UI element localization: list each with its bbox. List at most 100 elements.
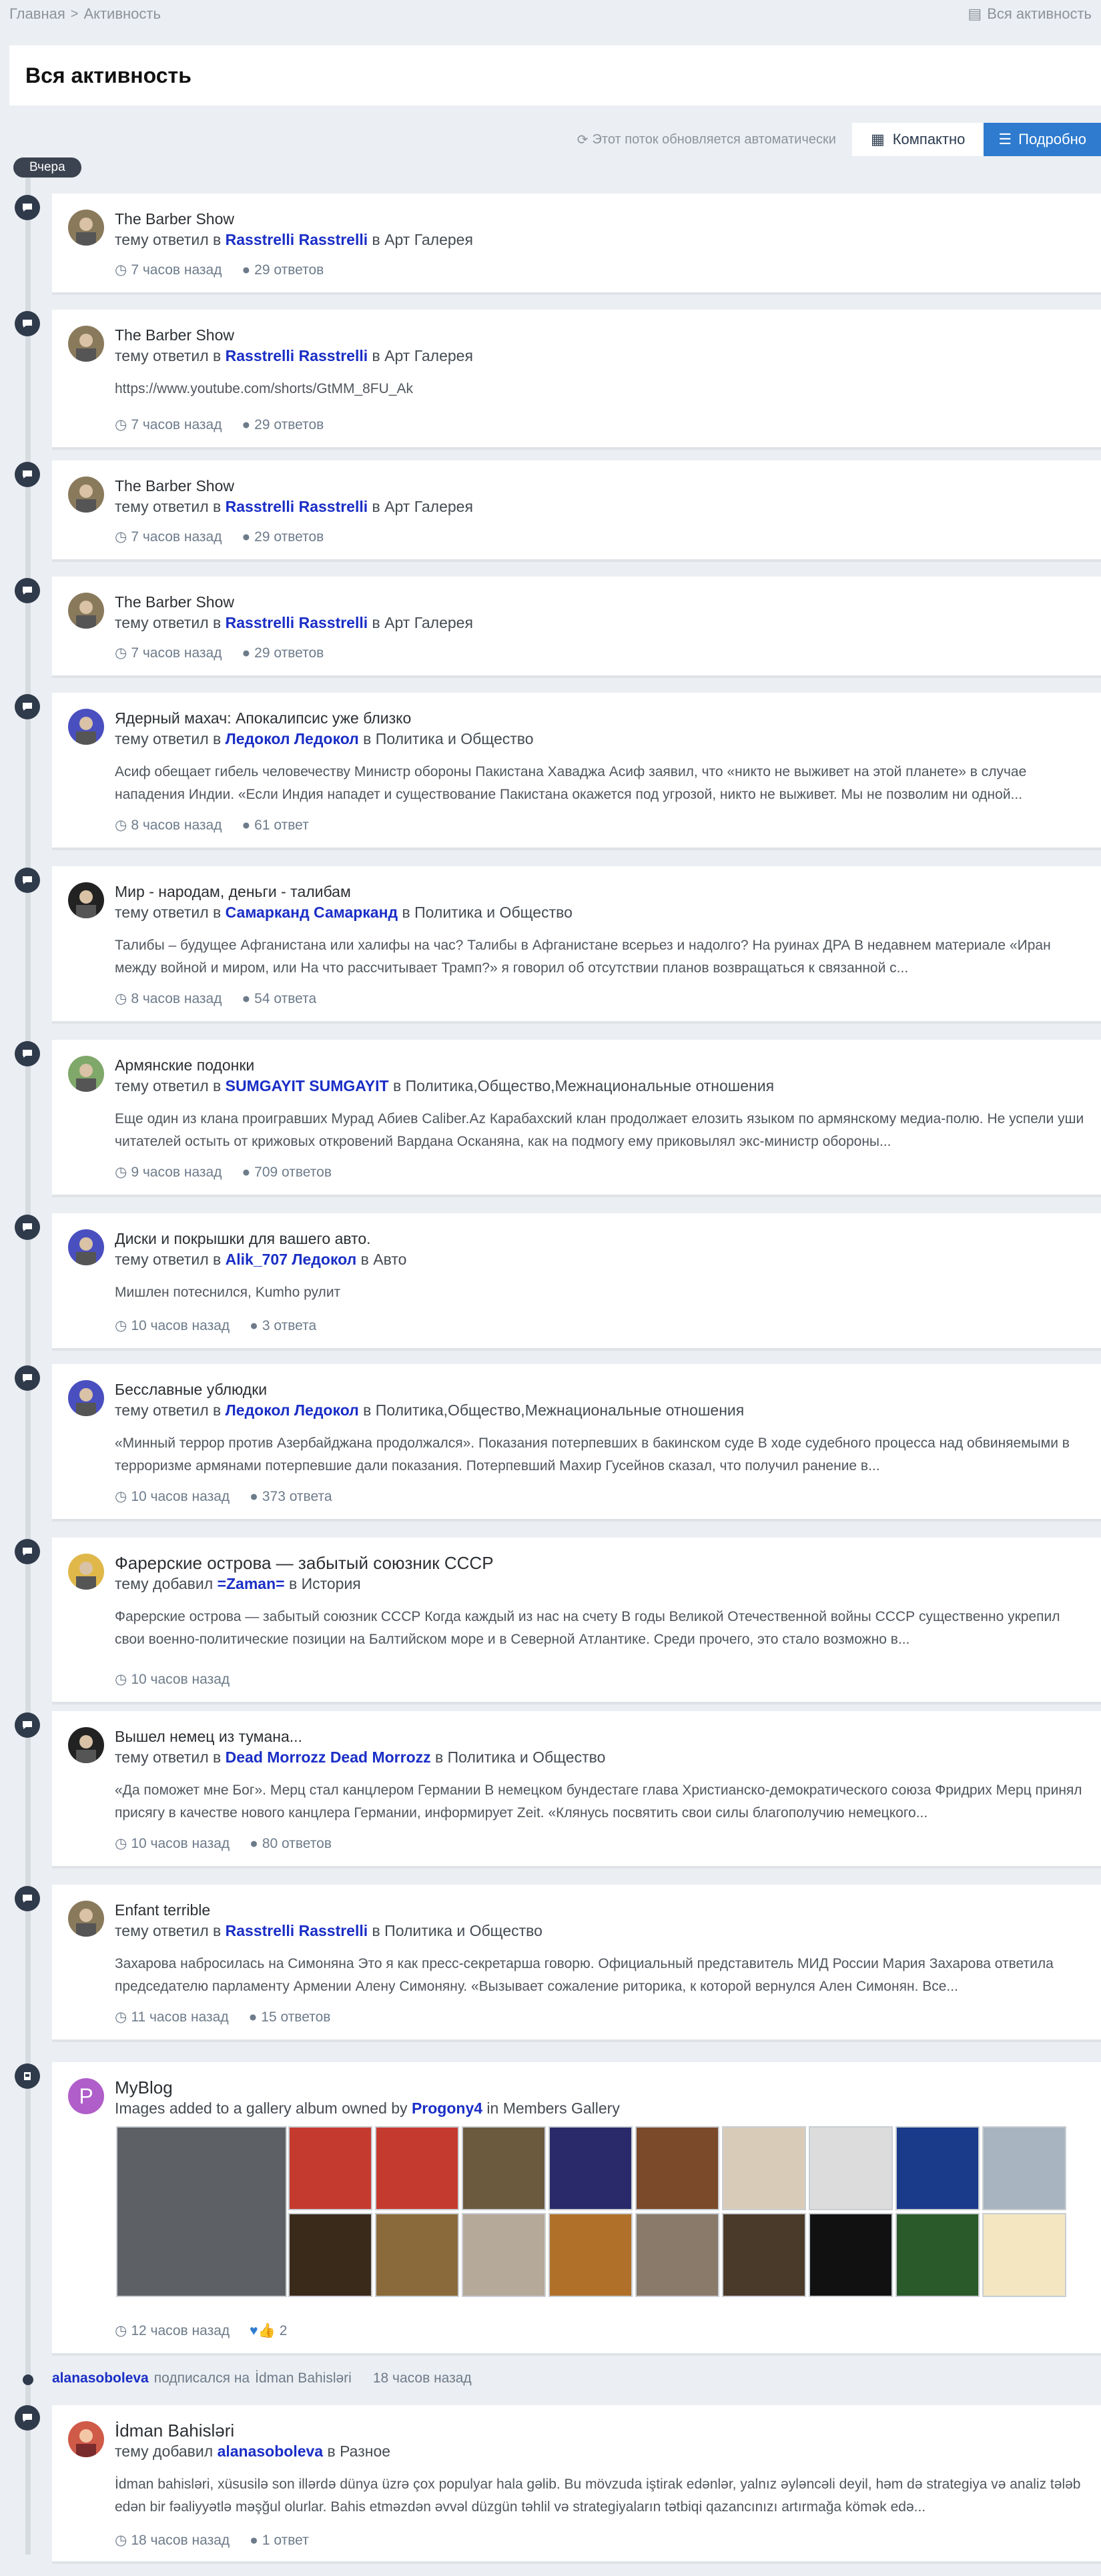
blog-title[interactable]: MyBlog [115,2077,1085,2098]
timestamp[interactable]: 11 часов назад [131,2009,228,2025]
gallery-thumbnail[interactable] [722,2213,806,2297]
timestamp[interactable]: 10 часов назад [131,1489,230,1505]
user-link[interactable]: alanasoboleva [218,2443,324,2460]
gallery-thumbnail[interactable] [809,2126,893,2210]
topic-title[interactable]: Enfant terrible [115,1899,1085,1921]
forum-link[interactable]: Политика,Общество,Межнациональные отноше… [406,1077,774,1094]
topic-title[interactable]: The Barber Show [115,591,1085,613]
user-link[interactable]: SUMGAYIT SUMGAYIT [226,1077,389,1094]
timestamp[interactable]: 10 часов назад [131,1672,230,1688]
topic-title[interactable]: Фарерские острова — забытый союзник СССР [115,1552,1085,1574]
topic-title[interactable]: İdman Bahisləri [115,2420,1085,2441]
user-link[interactable]: Rasstrelli Rasstrelli [226,347,368,364]
forum-link[interactable]: Арт Галерея [384,231,473,248]
forum-link[interactable]: Разное [340,2443,390,2460]
topic-title[interactable]: The Barber Show [115,208,1085,230]
user-link[interactable]: Alik_707 Ледокол [226,1251,357,1268]
forum-link[interactable]: Арт Галерея [384,614,473,631]
avatar[interactable]: P [68,2078,104,2114]
reply-count[interactable]: 80 ответов [262,1836,332,1852]
reply-count[interactable]: 1 ответ [262,2533,309,2549]
timestamp[interactable]: 18 часов назад [131,2533,230,2549]
gallery-thumbnail[interactable] [635,2213,719,2297]
forum-link[interactable]: Политика и Общество [448,1748,606,1766]
user-link[interactable]: alanasoboleva [52,2370,149,2386]
reply-count[interactable]: 29 ответов [254,262,324,278]
breadcrumb-home[interactable]: Главная [9,5,65,23]
avatar[interactable] [68,1056,104,1092]
gallery-thumbnail[interactable] [895,2126,980,2210]
forum-link[interactable]: Members Gallery [503,2100,620,2117]
reply-count[interactable]: 29 ответов [254,417,324,433]
avatar[interactable] [68,593,104,629]
all-activity-link[interactable]: ▤ Вся активность [968,5,1092,23]
user-link[interactable]: Rasstrelli Rasstrelli [226,231,368,248]
gallery-thumbnail[interactable] [982,2213,1066,2297]
reply-count[interactable]: 29 ответов [254,645,324,661]
topic-title[interactable]: Диски и покрышки для вашего авто. [115,1228,1085,1249]
avatar[interactable] [68,1901,104,1937]
topic-title[interactable]: The Barber Show [115,475,1085,497]
timestamp[interactable]: 10 часов назад [131,1318,230,1334]
gallery-thumbnail[interactable] [809,2213,893,2297]
timestamp[interactable]: 10 часов назад [131,1836,230,1852]
avatar[interactable] [68,1229,104,1265]
reply-count[interactable]: 61 ответ [254,818,309,834]
user-link[interactable]: Dead Morrozz Dead Morrozz [226,1748,431,1766]
topic-title[interactable]: The Barber Show [115,324,1085,346]
gallery-thumbnail[interactable] [635,2126,719,2210]
detailed-view-button[interactable]: ☰ Подробно [984,123,1101,156]
gallery-thumbnail[interactable] [982,2126,1066,2210]
topic-title[interactable]: Бесславные ублюдки [115,1379,1085,1400]
reaction-count[interactable]: 2 [280,2323,288,2339]
user-link[interactable]: Progony4 [412,2100,482,2117]
user-link[interactable]: Ледокол Ледокол [226,730,359,747]
topic-title[interactable]: Армянские подонки [115,1054,1085,1076]
gallery-thumbnail[interactable] [462,2213,546,2297]
gallery-thumbnail[interactable] [288,2126,372,2210]
timestamp[interactable]: 7 часов назад [131,529,222,545]
gallery-thumbnail[interactable] [462,2126,546,2210]
forum-link[interactable]: Политика,Общество,Межнациональные отноше… [376,1401,744,1419]
avatar[interactable] [68,882,104,918]
reply-count[interactable]: 373 ответа [262,1489,332,1505]
reply-count[interactable]: 15 ответов [261,2009,330,2025]
gallery-thumbnail[interactable] [722,2126,806,2210]
reply-count[interactable]: 3 ответа [262,1318,316,1334]
gallery-thumbnail[interactable] [895,2213,980,2297]
forum-link[interactable]: Авто [373,1251,406,1268]
timestamp[interactable]: 8 часов назад [131,991,222,1007]
avatar[interactable] [68,2421,104,2457]
timestamp[interactable]: 7 часов назад [131,417,222,433]
user-link[interactable]: Самарканд Самарканд [226,904,398,921]
avatar[interactable] [68,326,104,362]
gallery-thumbnail[interactable] [548,2213,633,2297]
avatar[interactable] [68,1554,104,1590]
forum-link[interactable]: Арт Галерея [384,347,473,364]
timestamp[interactable]: 12 часов назад [131,2323,230,2339]
timestamp[interactable]: 8 часов назад [131,818,222,834]
topic-title[interactable]: Вышел немец из тумана... [115,1726,1085,1747]
user-link[interactable]: =Zaman= [218,1575,285,1592]
gallery-thumbnail[interactable] [375,2213,459,2297]
topic-title[interactable]: Ядерный махач: Апокалипсис уже близко [115,707,1085,729]
timestamp[interactable]: 9 часов назад [131,1165,222,1181]
user-link[interactable]: Rasstrelli Rasstrelli [226,614,368,631]
avatar[interactable] [68,1727,104,1763]
gallery-thumbnail[interactable] [288,2213,372,2297]
reply-count[interactable]: 709 ответов [254,1165,332,1181]
topic-title[interactable]: Мир - народам, деньги - талибам [115,881,1085,902]
timestamp[interactable]: 7 часов назад [131,645,222,661]
avatar[interactable] [68,210,104,246]
avatar[interactable] [68,476,104,513]
reply-count[interactable]: 54 ответа [254,991,316,1007]
avatar[interactable] [68,1380,104,1416]
compact-view-button[interactable]: ▦ Компактно [851,123,984,156]
timestamp[interactable]: 7 часов назад [131,262,222,278]
forum-link[interactable]: Политика и Общество [414,904,573,921]
forum-link[interactable]: Арт Галерея [384,498,473,515]
follow-target[interactable]: İdman Bahisləri [255,2370,352,2386]
avatar[interactable] [68,709,104,745]
forum-link[interactable]: Политика и Общество [384,1922,542,1939]
reply-count[interactable]: 29 ответов [254,529,324,545]
